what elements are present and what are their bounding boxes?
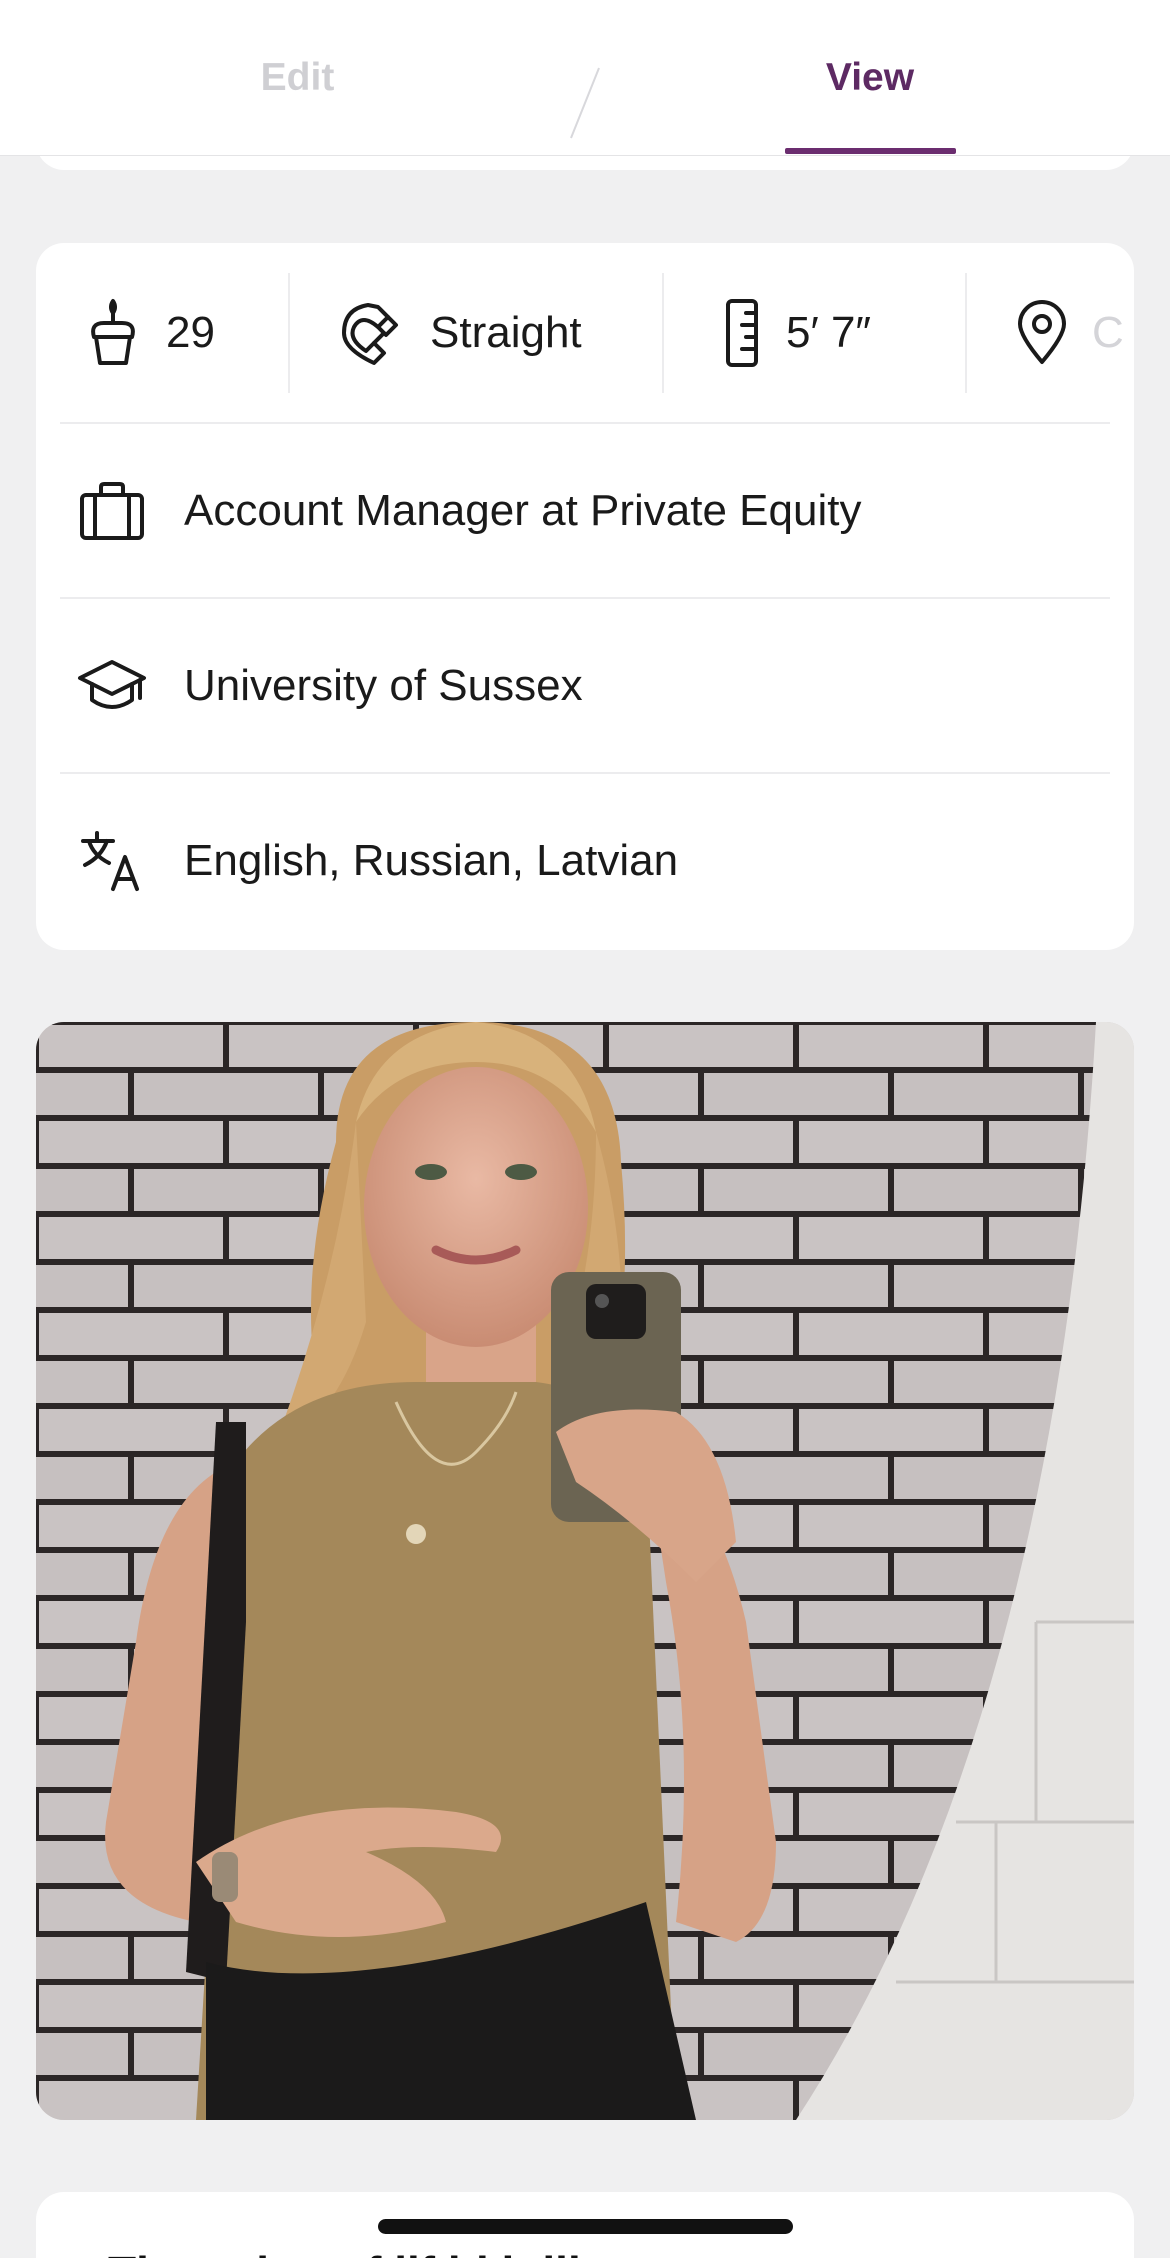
- profile-photo[interactable]: [36, 1022, 1134, 2120]
- vital-orientation: Straight: [338, 273, 582, 393]
- location-value: C: [1092, 308, 1124, 357]
- vital-location: C: [1016, 273, 1124, 393]
- home-indicator[interactable]: [378, 2219, 793, 2234]
- vital-separator: [662, 273, 664, 393]
- segmented-header: Edit View: [0, 0, 1170, 156]
- divider-slash-icon: [570, 67, 600, 139]
- age-value: 29: [166, 308, 215, 357]
- ruler-icon: [722, 298, 762, 368]
- vital-height: 5′ 7″: [722, 273, 871, 393]
- detail-row-education: University of Sussex: [60, 597, 1110, 772]
- vital-separator: [288, 273, 290, 393]
- detail-row-job: Account Manager at Private Equity: [60, 422, 1110, 597]
- tab-view[interactable]: View: [785, 0, 955, 156]
- cake-icon: [84, 297, 142, 369]
- education-text: University of Sussex: [184, 660, 583, 710]
- mirror-selfie-illustration: [36, 1022, 1134, 2120]
- tab-edit[interactable]: Edit: [185, 0, 410, 156]
- vital-age: 29: [84, 273, 215, 393]
- briefcase-icon: [72, 481, 152, 541]
- job-text: Account Manager at Private Equity: [184, 485, 862, 535]
- vitals-row[interactable]: 29 Straight 5′ 7″ C: [36, 243, 1134, 422]
- detail-row-languages: English, Russian, Latvian: [60, 772, 1110, 947]
- languages-text: English, Russian, Latvian: [184, 835, 679, 885]
- location-pin-icon: [1016, 300, 1068, 366]
- orientation-value: Straight: [430, 308, 582, 357]
- height-value: 5′ 7″: [786, 308, 871, 357]
- magnet-icon: [338, 299, 406, 367]
- translate-icon: [72, 829, 152, 893]
- profile-info-card: 29 Straight 5′ 7″ C Account Manager at P…: [36, 243, 1134, 950]
- next-prompt-text: The a tion t f lif ld b lik: [108, 2246, 594, 2258]
- vital-separator: [965, 273, 967, 393]
- graduation-cap-icon: [72, 656, 152, 716]
- active-tab-indicator: [785, 148, 956, 154]
